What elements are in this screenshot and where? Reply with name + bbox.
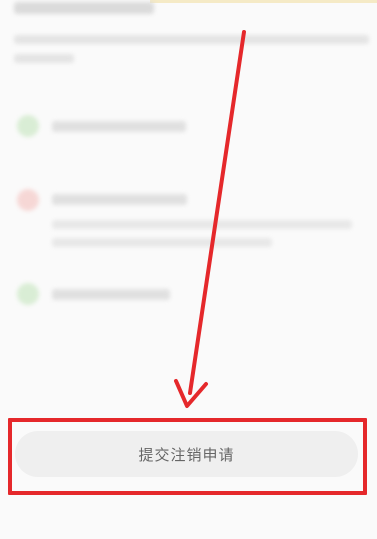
requirement-subtext-placeholder [52, 220, 352, 229]
check-icon [17, 283, 39, 305]
warning-icon [17, 189, 39, 211]
requirement-text-placeholder [52, 289, 170, 300]
highlight-frame [8, 418, 367, 495]
check-icon [17, 115, 39, 137]
blurred-content [0, 0, 377, 360]
requirement-subtext-placeholder [52, 238, 272, 247]
requirement-text-placeholder [52, 194, 187, 205]
arrow-head [174, 379, 208, 408]
description-line-placeholder [14, 35, 369, 44]
requirement-text-placeholder [52, 121, 186, 132]
section-title-placeholder [14, 2, 154, 14]
description-line-placeholder [14, 54, 74, 63]
account-cancellation-page: 提交注销申请 [0, 0, 377, 539]
